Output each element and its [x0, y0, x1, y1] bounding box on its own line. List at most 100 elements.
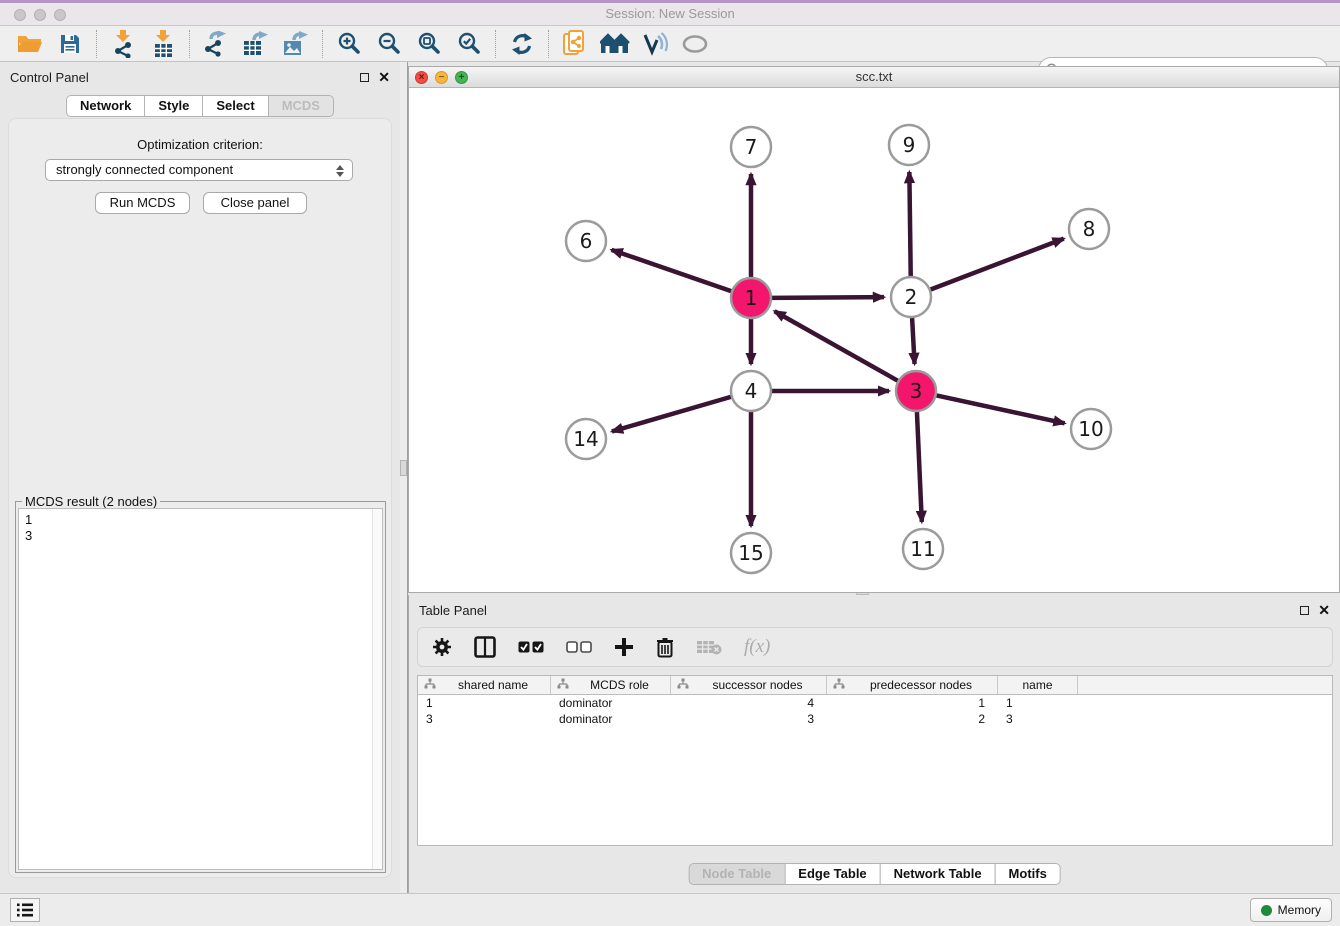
run-mcds-button[interactable]: Run MCDS: [95, 192, 190, 214]
float-panel-icon[interactable]: [360, 73, 369, 82]
graph-edge-4-14[interactable]: [612, 397, 731, 432]
graph-node-14[interactable]: 14: [566, 419, 606, 459]
cell-predecessor-nodes[interactable]: 2: [827, 711, 998, 727]
delete-column-button[interactable]: [656, 637, 674, 658]
zoom-fit-icon: [418, 32, 441, 55]
tab-style[interactable]: Style: [144, 95, 203, 117]
zoom-selected-button[interactable]: [449, 28, 489, 60]
toggle-columns-button[interactable]: [474, 636, 496, 658]
column-header-shared-name[interactable]: shared name: [418, 676, 551, 694]
tab-network[interactable]: Network: [66, 95, 145, 117]
column-header-successor-nodes[interactable]: successor nodes: [671, 676, 827, 694]
home-button[interactable]: [595, 28, 635, 60]
table-tabs: Node TableEdge TableNetwork TableMotifs: [688, 863, 1061, 885]
table-row-1[interactable]: 3dominator323: [418, 711, 1332, 727]
graph-node-10[interactable]: 10: [1071, 409, 1111, 449]
table-settings-button[interactable]: [432, 637, 452, 657]
graph-node-label-15: 15: [738, 541, 763, 565]
cell-shared-name[interactable]: 1: [418, 695, 551, 711]
network-list-button[interactable]: [10, 898, 40, 922]
tab-edge-table[interactable]: Edge Table: [784, 863, 880, 885]
zoom-out-button[interactable]: [369, 28, 409, 60]
cell-name[interactable]: 1: [998, 695, 1078, 711]
graph-edge-2-9[interactable]: [909, 172, 910, 276]
open-file-button[interactable]: [10, 28, 50, 60]
memory-button[interactable]: Memory: [1250, 898, 1332, 922]
toolbar-separator: [548, 30, 549, 58]
close-panel-icon[interactable]: ✕: [378, 72, 390, 82]
apply-layout-button[interactable]: [502, 28, 542, 60]
import-table-button[interactable]: [143, 28, 183, 60]
cell-MCDS-role[interactable]: dominator: [551, 711, 671, 727]
graph-node-6[interactable]: 6: [566, 221, 606, 261]
network-window-titlebar[interactable]: × − + scc.txt: [409, 67, 1339, 88]
cell-successor-nodes[interactable]: 4: [671, 695, 827, 711]
graph-edge-2-8[interactable]: [931, 239, 1064, 290]
cell-successor-nodes[interactable]: 3: [671, 711, 827, 727]
graph-edge-2-3[interactable]: [912, 318, 914, 364]
network-maximize-button[interactable]: +: [455, 71, 468, 84]
vertical-splitter[interactable]: [400, 62, 408, 893]
toolbar-separator: [495, 30, 496, 58]
criterion-dropdown[interactable]: strongly connected component: [45, 159, 353, 181]
vertical-splitter-handle[interactable]: [400, 460, 407, 476]
graph-edge-3-11[interactable]: [917, 412, 922, 522]
export-network-button[interactable]: [196, 28, 236, 60]
mac-zoom-button[interactable]: [54, 9, 66, 21]
cell-name[interactable]: 3: [998, 711, 1078, 727]
cell-MCDS-role[interactable]: dominator: [551, 695, 671, 711]
export-image-button[interactable]: [276, 28, 316, 60]
cell-predecessor-nodes[interactable]: 1: [827, 695, 998, 711]
graph-edge-3-1[interactable]: [775, 311, 898, 380]
deselect-all-columns-button[interactable]: [566, 641, 592, 653]
close-panel-icon[interactable]: ✕: [1318, 605, 1330, 615]
graph-node-11[interactable]: 11: [903, 529, 943, 569]
graph-node-2[interactable]: 2: [891, 277, 931, 317]
graph-node-8[interactable]: 8: [1069, 209, 1109, 249]
delete-table-button[interactable]: [696, 639, 722, 655]
graph-node-7[interactable]: 7: [731, 127, 771, 167]
tab-select[interactable]: Select: [202, 95, 268, 117]
network-close-button[interactable]: ×: [415, 71, 428, 84]
tab-network-table[interactable]: Network Table: [880, 863, 996, 885]
graph-node-1[interactable]: 1: [731, 278, 771, 318]
cell-shared-name[interactable]: 3: [418, 711, 551, 727]
close-panel-button[interactable]: Close panel: [203, 192, 307, 214]
eye-button[interactable]: [675, 28, 715, 60]
zoom-fit-button[interactable]: [409, 28, 449, 60]
tab-mcds[interactable]: MCDS: [268, 95, 334, 117]
node-table-header: shared nameMCDS rolesuccessor nodes prede…: [418, 676, 1332, 695]
table-row-0[interactable]: 1dominator411: [418, 695, 1332, 711]
network-canvas[interactable]: 7 9 6 8 1 2 4 3 14 10 15 11: [409, 88, 1339, 592]
mcds-result-text[interactable]: 1 3: [18, 508, 383, 870]
graph-edge-1-6[interactable]: [612, 250, 732, 291]
function-builder-button[interactable]: f(x): [744, 636, 770, 658]
graph-node-9[interactable]: 9: [889, 125, 929, 165]
column-header-predecessor-nodes[interactable]: predecessor nodes: [827, 676, 998, 694]
graph-edge-3-10[interactable]: [937, 395, 1065, 423]
import-network-button[interactable]: [103, 28, 143, 60]
add-column-button[interactable]: [614, 637, 634, 657]
select-all-columns-button[interactable]: [518, 641, 544, 653]
graph-node-15[interactable]: 15: [731, 533, 771, 573]
toggle-graphics-details-button[interactable]: [635, 28, 675, 60]
graph-node-4[interactable]: 4: [731, 371, 771, 411]
network-from-selection-button[interactable]: [555, 28, 595, 60]
column-type-icon: [833, 678, 845, 689]
column-label: predecessor nodes: [845, 678, 997, 692]
float-panel-icon[interactable]: [1300, 606, 1309, 615]
mac-minimize-button[interactable]: [34, 9, 46, 21]
graph-edge-1-2[interactable]: [772, 297, 884, 298]
tab-motifs[interactable]: Motifs: [995, 863, 1061, 885]
graph-node-3[interactable]: 3: [896, 371, 936, 411]
zoom-in-button[interactable]: [329, 28, 369, 60]
export-table-button[interactable]: [236, 28, 276, 60]
graph-node-label-10: 10: [1078, 417, 1103, 441]
network-minimize-button[interactable]: −: [435, 71, 448, 84]
tab-node-table[interactable]: Node Table: [688, 863, 785, 885]
column-header-MCDS-role[interactable]: MCDS role: [551, 676, 671, 694]
mac-close-button[interactable]: [14, 9, 26, 21]
column-header-name[interactable]: name: [998, 676, 1078, 694]
save-session-button[interactable]: [50, 28, 90, 60]
result-scrollbar[interactable]: [372, 509, 382, 869]
